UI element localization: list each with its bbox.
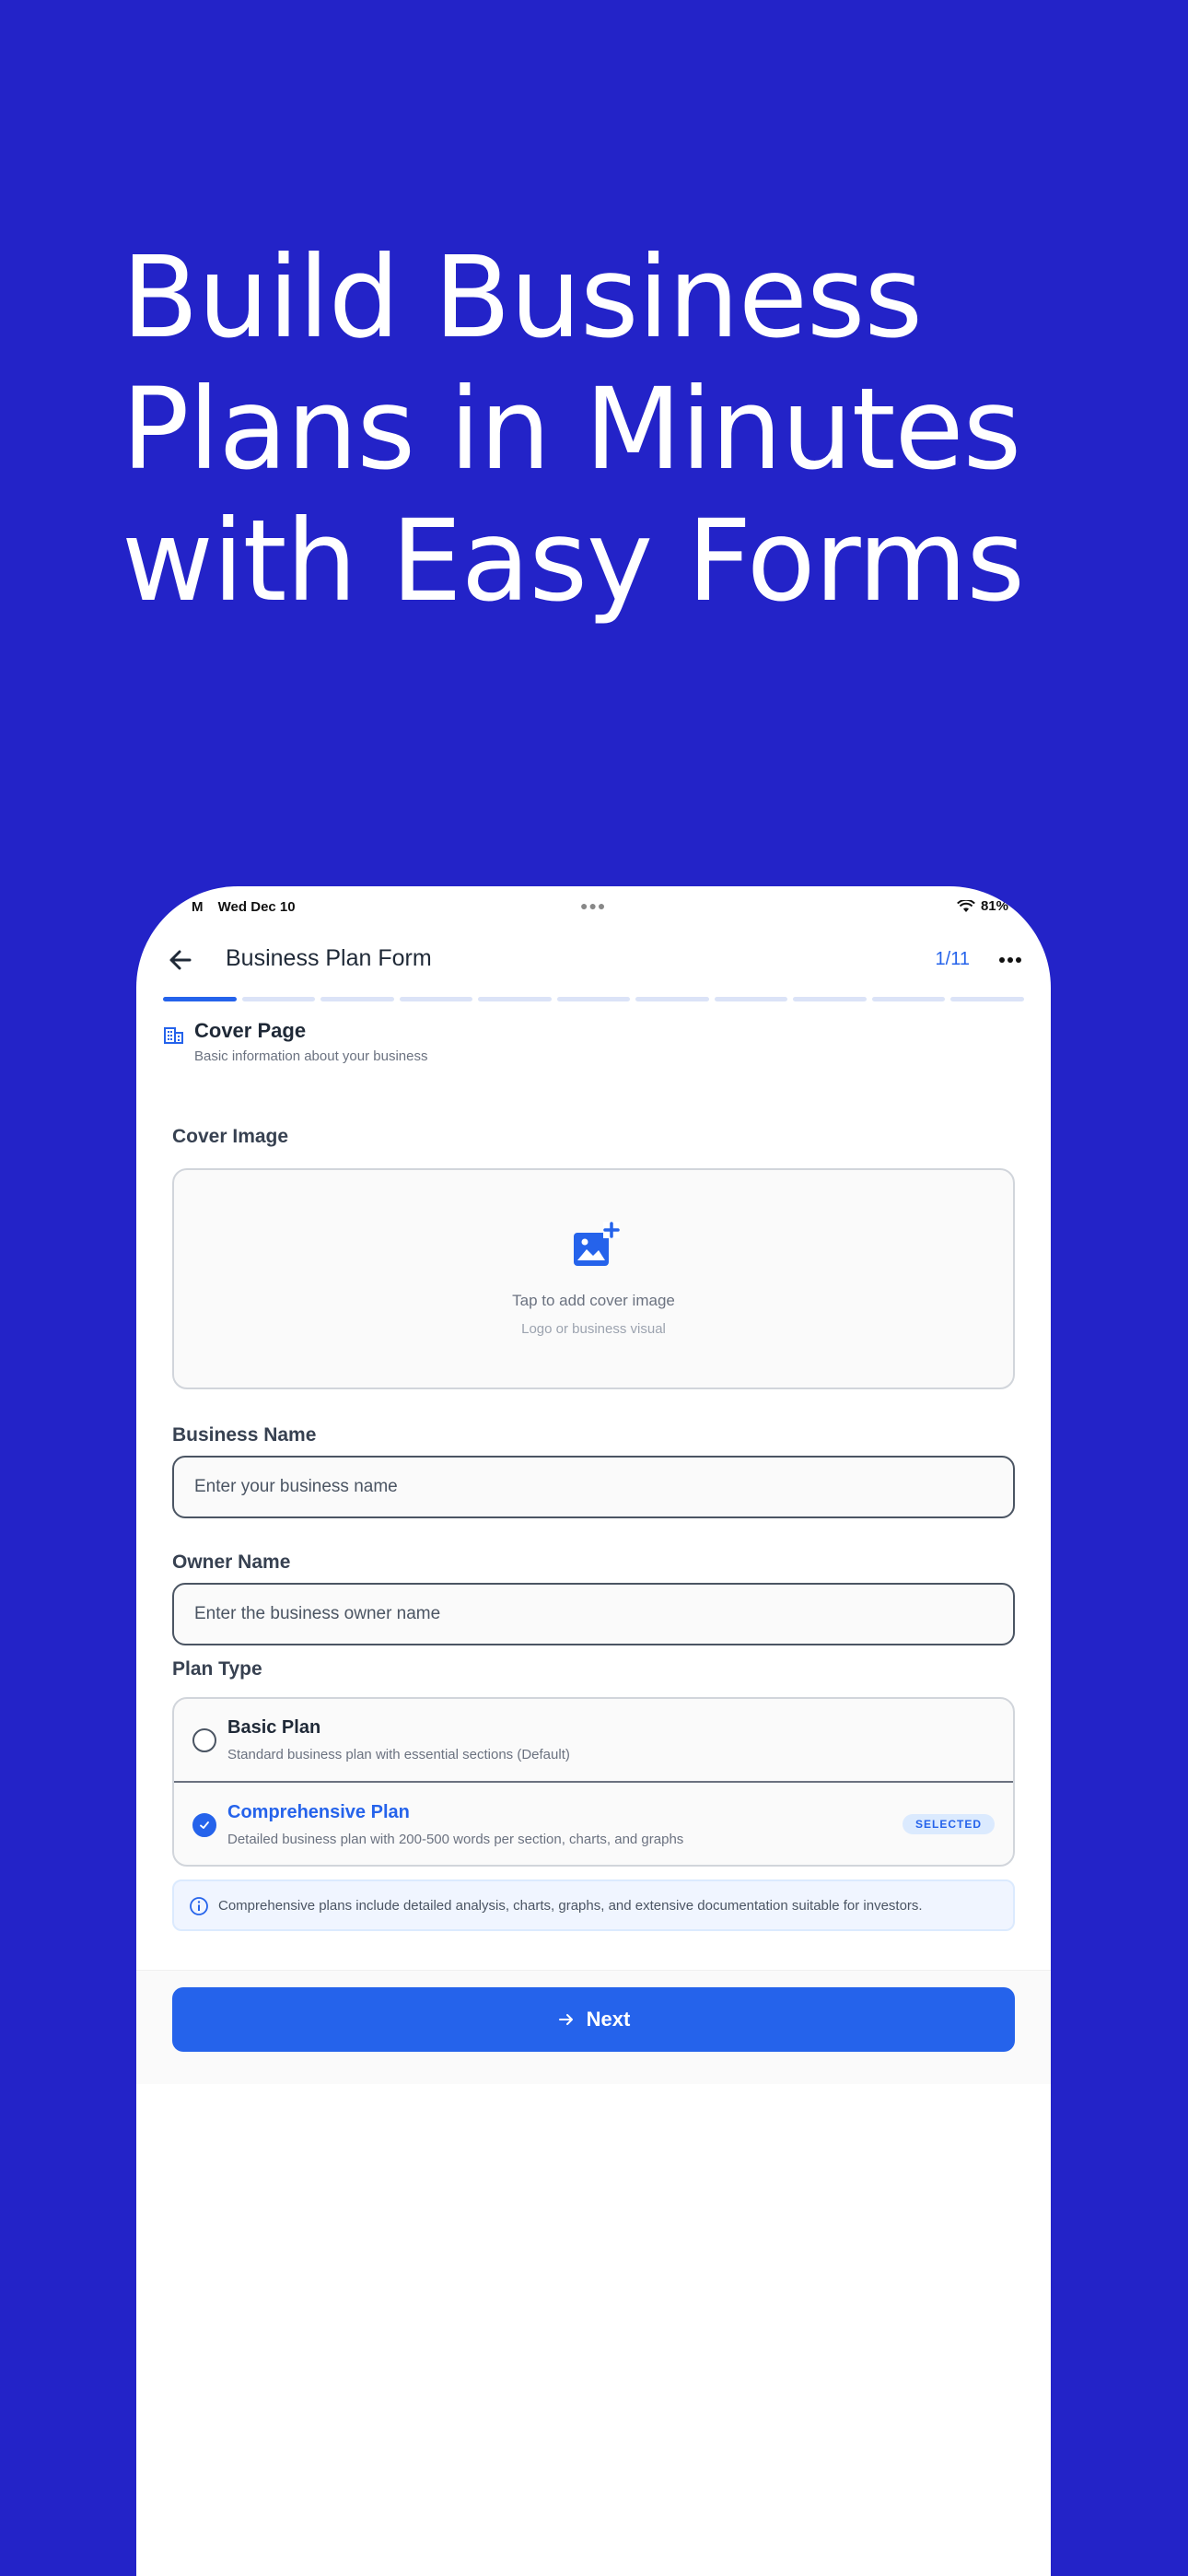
progress-step (635, 997, 709, 1001)
add-image-icon (574, 1222, 620, 1266)
progress-step (478, 997, 552, 1001)
cover-page-form: Cover Image Tap to add cover image Logo … (172, 1126, 1015, 1931)
status-bar: M Wed Dec 10 ●●● 81% (136, 886, 1051, 927)
headline-line-2: Plans in Minutes (122, 364, 1021, 495)
progress-step (163, 997, 237, 1001)
navigation-bar: Business Plan Form 1/11 (136, 927, 1051, 995)
progress-steps (163, 997, 1025, 1001)
plan-option-description: Detailed business plan with 200-500 word… (227, 1832, 684, 1847)
cover-image-hint: Logo or business visual (521, 1321, 666, 1337)
info-text: Comprehensive plans include detailed ana… (218, 1898, 923, 1914)
cover-image-label: Cover Image (172, 1126, 289, 1147)
next-button-label: Next (586, 2008, 631, 2031)
next-button[interactable]: Next (172, 1987, 1015, 2052)
checkmark-icon (200, 1821, 209, 1829)
more-options-icon[interactable] (996, 947, 1025, 973)
status-date: Wed Dec 10 (217, 899, 296, 915)
headline-line-1: Build Business (122, 232, 923, 363)
device-screen: M Wed Dec 10 ●●● 81% Business Plan Form … (136, 886, 1051, 2576)
info-banner: Comprehensive plans include detailed ana… (172, 1879, 1015, 1931)
plan-option-description: Standard business plan with essential se… (227, 1747, 570, 1762)
plan-option-name: Basic Plan (227, 1717, 321, 1738)
plan-type-selector: Basic Plan Standard business plan with e… (172, 1697, 1015, 1867)
plan-option-basic[interactable]: Basic Plan Standard business plan with e… (174, 1699, 1013, 1783)
battery-level: 81% (980, 898, 1008, 914)
progress-step (556, 997, 631, 1001)
cover-image-prompt: Tap to add cover image (512, 1292, 675, 1309)
owner-name-input[interactable] (172, 1583, 1015, 1645)
page-title: Business Plan Form (226, 945, 432, 971)
progress-step (950, 997, 1025, 1001)
form-footer: Next (136, 1970, 1051, 2084)
hero-headline: Build Business Plans in Minutes with Eas… (122, 232, 1135, 627)
radio-checked-icon[interactable] (192, 1813, 216, 1837)
progress-step (793, 997, 867, 1001)
carrier-label: M (192, 899, 204, 915)
cover-image-picker[interactable]: Tap to add cover image Logo or business … (172, 1168, 1015, 1389)
plan-option-name: Comprehensive Plan (227, 1802, 410, 1822)
owner-name-label: Owner Name (172, 1551, 291, 1573)
wifi-icon (957, 899, 975, 912)
plan-type-label: Plan Type (172, 1658, 262, 1680)
plan-option-comprehensive[interactable]: Comprehensive Plan Detailed business pla… (174, 1784, 1013, 1865)
progress-step (399, 997, 473, 1001)
section-title: Cover Page (194, 1019, 307, 1042)
headline-line-3: with Easy Forms (122, 496, 1025, 626)
business-name-label: Business Name (172, 1424, 317, 1446)
progress-step (871, 997, 946, 1001)
business-name-input[interactable] (172, 1456, 1015, 1518)
selected-badge: SELECTED (902, 1814, 995, 1834)
arrow-right-icon (558, 2014, 573, 2025)
progress-step (714, 997, 788, 1001)
radio-unchecked-icon[interactable] (192, 1728, 216, 1752)
progress-step (241, 997, 316, 1001)
progress-step (320, 997, 394, 1001)
multitask-dots-icon[interactable]: ●●● (580, 898, 606, 913)
section-subtitle: Basic information about your business (194, 1048, 428, 1064)
back-arrow-icon[interactable] (162, 942, 199, 978)
info-icon (190, 1897, 208, 1915)
step-counter: 1/11 (935, 949, 970, 969)
business-building-icon (164, 1027, 183, 1044)
